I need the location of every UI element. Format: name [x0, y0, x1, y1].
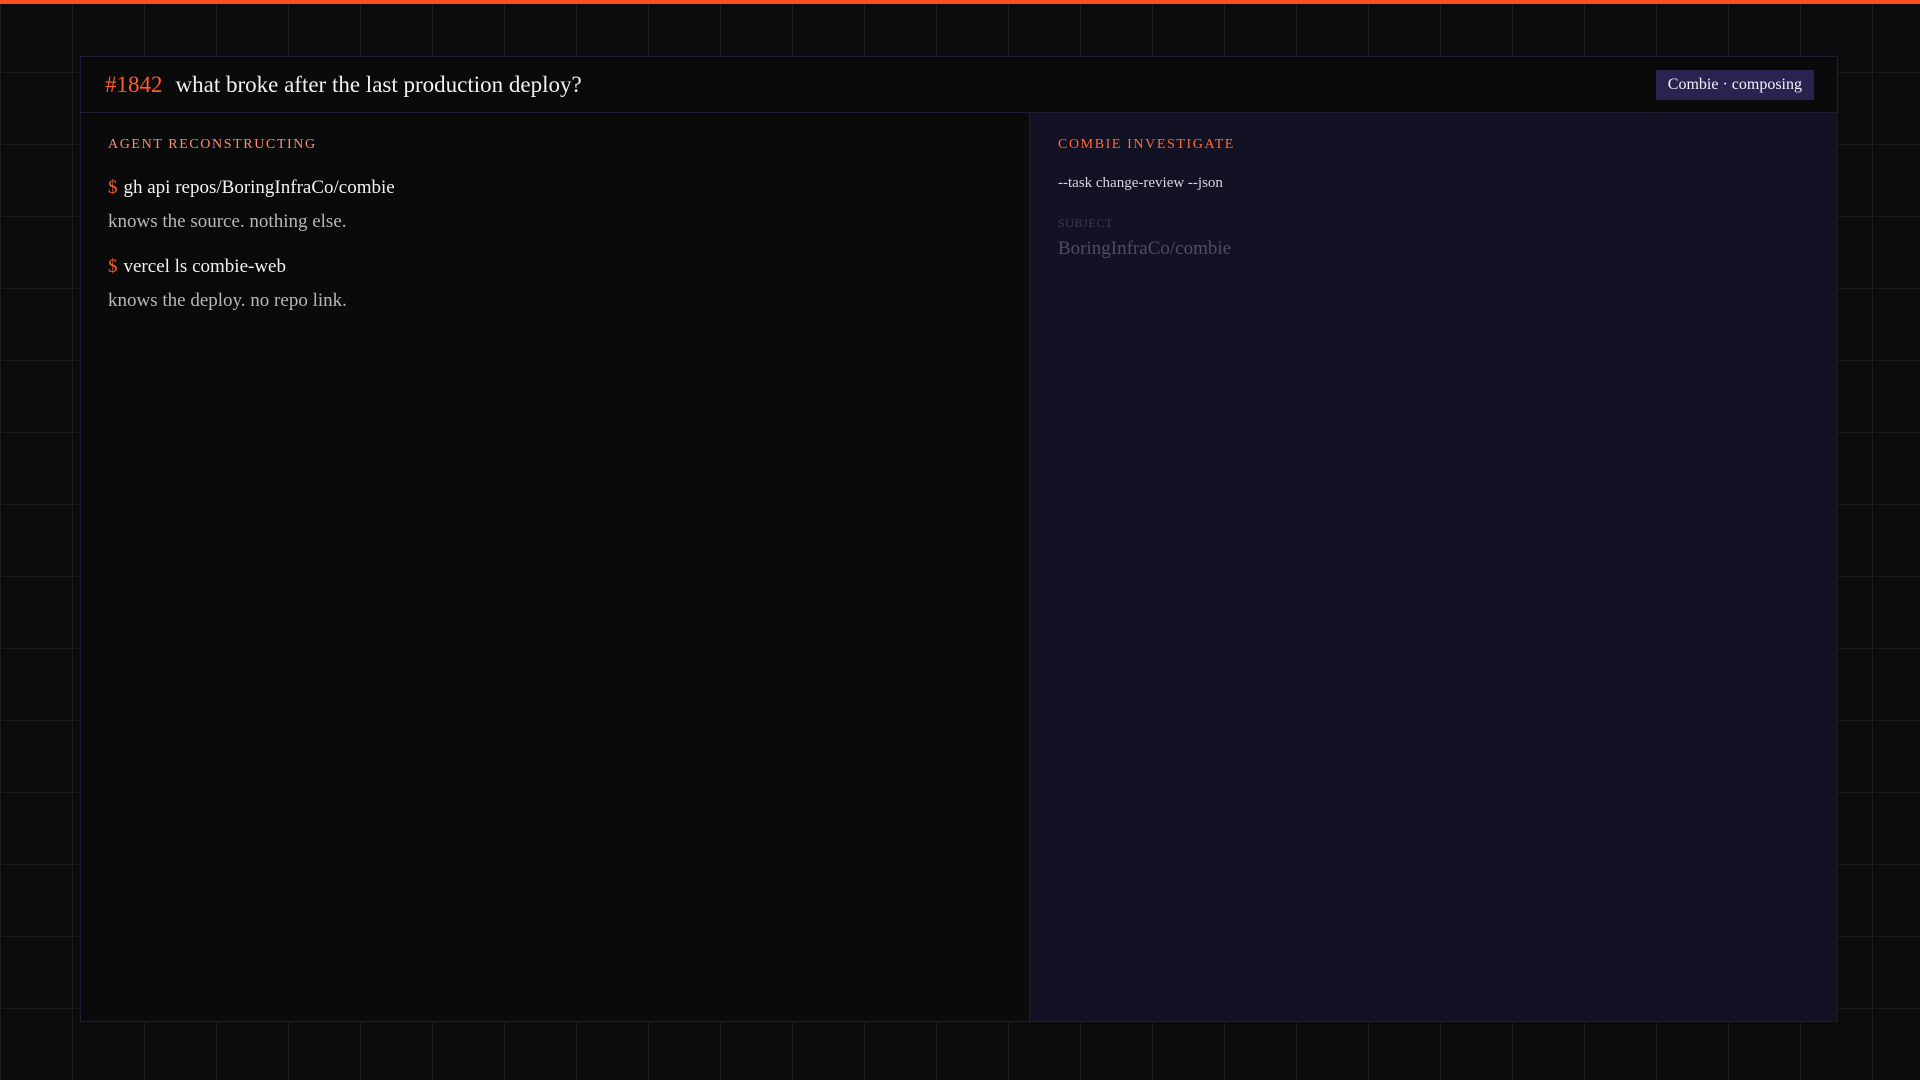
command-text: vercel ls combie-web	[123, 256, 286, 277]
agent-pane: AGENT RECONSTRUCTING $ gh api repos/Borin…	[81, 113, 1030, 1021]
combie-section-label: COMBIE INVESTIGATE	[1058, 137, 1235, 152]
command-note: knows the source. nothing else.	[108, 211, 347, 232]
window-header: #1842 what broke after the last producti…	[81, 57, 1837, 113]
status-badge: Combie · composing	[1655, 70, 1814, 100]
agent-section-label: AGENT RECONSTRUCTING	[108, 137, 317, 152]
subject-value: BoringInfraCo/combie	[1058, 238, 1232, 259]
prompt-symbol: $	[108, 177, 118, 198]
ticket-title: what broke after the last production dep…	[175, 71, 582, 97]
combie-pane: COMBIE INVESTIGATE --task change-review …	[1030, 113, 1837, 1021]
command-line[interactable]: $ gh api repos/BoringInfraCo/combie	[108, 177, 1002, 199]
investigation-window: #1842 what broke after the last producti…	[80, 56, 1838, 1022]
command-note: knows the deploy. no repo link.	[108, 290, 347, 311]
task-flags: --task change-review --json	[1058, 175, 1223, 191]
command-text: gh api repos/BoringInfraCo/combie	[123, 177, 395, 198]
prompt-symbol: $	[108, 256, 118, 277]
accent-top-bar	[0, 0, 1920, 4]
ticket-id[interactable]: #1842	[105, 72, 163, 98]
command-line[interactable]: $ vercel ls combie-web	[108, 256, 1002, 278]
subject-label: SUBJECT	[1058, 216, 1113, 230]
